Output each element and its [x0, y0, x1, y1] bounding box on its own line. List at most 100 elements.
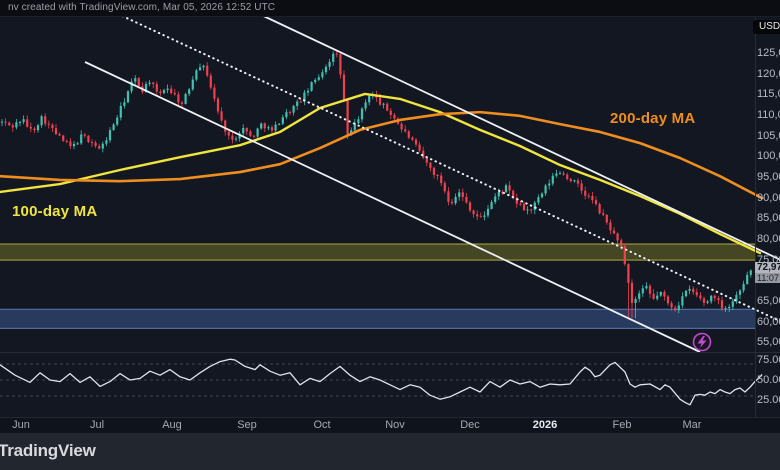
last-price-value: 72,97 — [755, 262, 780, 273]
candle-body — [404, 129, 406, 131]
candle-body — [725, 308, 727, 309]
candle-body — [732, 301, 734, 307]
candle-body — [663, 292, 665, 296]
candle-body — [595, 200, 597, 204]
candle-body — [624, 246, 626, 264]
candle-body — [181, 102, 183, 104]
candle-body — [285, 112, 287, 117]
candle-body — [721, 300, 723, 308]
candle-body — [300, 102, 302, 103]
candle-body — [5, 122, 7, 123]
candle-body — [498, 192, 500, 196]
candle-body — [206, 66, 208, 76]
candle-body — [113, 125, 115, 131]
candle-body — [429, 163, 431, 168]
candle-body — [710, 296, 712, 302]
candle-body — [692, 289, 694, 292]
candle-body — [617, 233, 619, 240]
candle-body — [642, 288, 644, 293]
candle-body — [59, 134, 61, 135]
candle-body — [703, 298, 705, 303]
candle-body — [177, 94, 179, 102]
candle-body — [451, 202, 453, 204]
candle-body — [627, 264, 629, 283]
rsi-tick: 25.00 — [757, 394, 780, 406]
candle-body — [311, 82, 313, 91]
candle-body — [192, 80, 194, 90]
candle-body — [33, 129, 35, 131]
candle-body — [530, 210, 532, 211]
candle-body — [188, 89, 190, 94]
candle-body — [44, 116, 46, 124]
footer-band — [0, 433, 780, 470]
candle-body — [37, 125, 39, 130]
candle-body — [109, 130, 111, 140]
candle-body — [217, 99, 219, 112]
candle-body — [224, 120, 226, 131]
ma100-label: 100-day MA — [12, 203, 97, 220]
candle-body — [577, 180, 579, 183]
candle-body — [321, 72, 323, 77]
time-tick-oct: Oct — [313, 419, 330, 431]
candle-body — [91, 142, 93, 143]
candle-body — [77, 143, 79, 144]
candle-body — [505, 185, 507, 192]
candle-body — [8, 123, 10, 126]
candle-body — [163, 90, 165, 93]
candle-body — [426, 158, 428, 163]
candle-body — [174, 93, 176, 94]
time-axis[interactable]: JunJulAugSepOctNovDec2026FebMar — [0, 417, 780, 434]
candle-body — [134, 78, 136, 81]
candle-body — [609, 222, 611, 230]
price-tick: 85,00 — [757, 212, 780, 224]
candle-body — [444, 183, 446, 191]
candle-body — [476, 214, 478, 216]
trendline-downtrend-dotted[interactable] — [118, 14, 780, 322]
candle-body — [667, 296, 669, 303]
candle-body — [123, 102, 125, 106]
candle-body — [221, 111, 223, 120]
candle-body — [102, 144, 104, 149]
candle-body — [278, 124, 280, 125]
rsi-tick: 50.00 — [757, 374, 780, 386]
candle-body — [707, 301, 709, 302]
candle-body — [714, 296, 716, 298]
price-tick: 60,00 — [757, 316, 780, 328]
candle-body — [12, 125, 14, 127]
candle-body — [73, 144, 75, 146]
candle-body — [401, 124, 403, 130]
tradingview-chart-screenshot: nv created with TradingView.com, Mar 05,… — [0, 0, 780, 470]
chart-canvas[interactable] — [0, 0, 780, 470]
candle-body — [491, 202, 493, 209]
candle-body — [750, 270, 752, 274]
bar-countdown: 11:07 — [755, 273, 780, 283]
candle-body — [69, 141, 71, 146]
price-axis[interactable]: 125,0120,0115,0110,0105,0100,095,0090,00… — [755, 16, 780, 417]
zone-resistance — [0, 244, 755, 260]
candle-body — [656, 296, 658, 299]
candle-body — [314, 80, 316, 82]
candle-body — [48, 124, 50, 125]
time-tick-aug: Aug — [162, 419, 182, 431]
candle-body — [149, 83, 151, 84]
rsi-line — [0, 359, 762, 405]
candle-body — [494, 196, 496, 202]
candle-body — [620, 240, 622, 246]
rsi-tick: 75.00 — [757, 354, 780, 366]
candle-body — [242, 128, 244, 133]
candle-body — [87, 136, 89, 142]
tradingview-logo[interactable]: TradingView — [0, 441, 96, 461]
candle-body — [347, 101, 349, 136]
candle-body — [66, 141, 68, 142]
candle-body — [282, 117, 284, 124]
candle-body — [581, 183, 583, 190]
quote-currency-badge: USDT — [753, 20, 780, 34]
candle-body — [127, 91, 129, 102]
candle-body — [671, 303, 673, 307]
candle-body — [98, 146, 100, 149]
trendline-channel-lower[interactable] — [85, 62, 700, 352]
candle-body — [678, 306, 680, 311]
candle-body — [649, 286, 651, 294]
candle-body — [80, 135, 82, 144]
candle-body — [296, 102, 298, 106]
